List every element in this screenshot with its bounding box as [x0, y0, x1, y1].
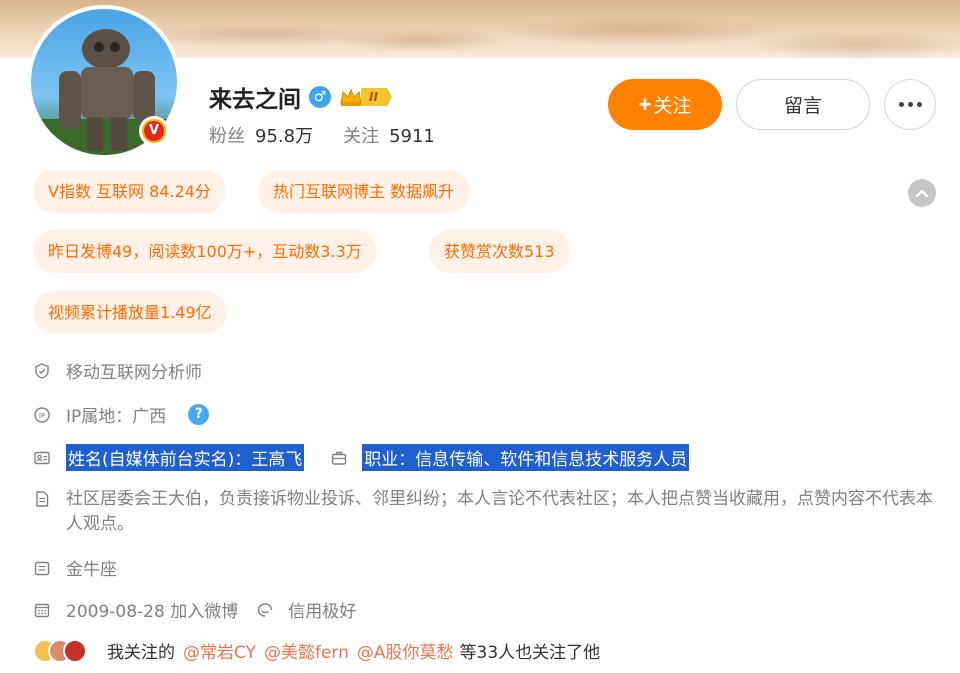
- dot-icon: [907, 102, 913, 107]
- mutual-tail-text[interactable]: 等33人也关注了他: [460, 638, 601, 663]
- followers-count[interactable]: 95.8万: [255, 122, 313, 148]
- calendar-grid-icon: [34, 603, 50, 617]
- svg-text:IP: IP: [39, 412, 45, 420]
- join-credit-row: 2009-08-28 加入微博 信用极好: [33, 597, 356, 622]
- credit-icon: [258, 602, 273, 617]
- document-icon: [36, 491, 49, 507]
- help-icon[interactable]: ?: [188, 404, 210, 425]
- real-name-text: 姓名(自媒体前台实名)：王高飞: [66, 444, 305, 471]
- user-name: 来去之间: [209, 87, 301, 113]
- certification-text: 移动互联网分析师: [66, 363, 202, 383]
- ip-location-row: IP IP属地：广西 ?: [33, 402, 210, 427]
- mutual-user-link[interactable]: @美懿fern: [264, 638, 349, 663]
- calendar-icon: [34, 561, 50, 575]
- v-index-tag[interactable]: V指数 互联网 84.24分: [33, 170, 226, 213]
- shield-icon: [35, 362, 49, 379]
- mutual-user-link[interactable]: @A股你莫愁: [357, 638, 454, 663]
- mutual-follows-row: 我关注的 @常岩CY @美懿fern @A股你莫愁 等33人也关注了他: [33, 638, 600, 663]
- daily-stats-tag[interactable]: 昨日发博49，阅读数100万+，互动数3.3万: [33, 230, 377, 273]
- following-count[interactable]: 5911: [389, 126, 435, 147]
- followers-label[interactable]: 粉丝: [209, 122, 245, 148]
- bio-text: 社区居委会王大伯，负责接诉物业投诉、邻里纠纷；本人言论不代表社区；本人把点赞当收…: [66, 489, 933, 534]
- follow-stats: 粉丝 95.8万 关注 5911: [209, 122, 435, 148]
- more-options-button[interactable]: [884, 79, 936, 130]
- message-button[interactable]: 留言: [736, 79, 870, 130]
- reward-count-tag[interactable]: 获赞赏次数513: [429, 230, 570, 273]
- member-crown-icon[interactable]: [339, 87, 363, 107]
- message-button-label: 留言: [783, 96, 822, 117]
- mutual-user-link[interactable]: @常岩CY: [183, 638, 256, 663]
- ip-location-text: IP属地：广西: [66, 407, 167, 427]
- following-label[interactable]: 关注: [343, 122, 379, 148]
- occupation-text: 职业：信息传输、软件和信息技术服务人员: [362, 444, 690, 471]
- mutual-lead-text: 我关注的: [107, 643, 175, 663]
- dot-icon: [898, 102, 904, 107]
- hot-blogger-tag[interactable]: 热门互联网博主 数据飙升: [258, 170, 470, 213]
- male-gender-icon: ♂: [309, 86, 331, 108]
- briefcase-icon: [332, 451, 347, 465]
- collapse-button[interactable]: [908, 179, 936, 207]
- video-plays-tag[interactable]: 视频累计播放量1.49亿: [33, 291, 227, 334]
- ip-icon: IP: [34, 406, 50, 423]
- name-row: 来去之间 ♂ II: [209, 80, 392, 114]
- verified-badge-icon: V: [139, 116, 169, 146]
- follow-button[interactable]: + 关注: [608, 79, 722, 130]
- chevron-up-icon: [915, 189, 929, 198]
- constellation-row: 金牛座: [33, 555, 117, 580]
- dot-icon: [916, 102, 922, 107]
- plus-icon: +: [638, 91, 652, 117]
- follow-button-label: 关注: [653, 96, 692, 117]
- identity-row: 姓名(自媒体前台实名)：王高飞 职业：信息传输、软件和信息技术服务人员: [33, 444, 690, 471]
- constellation-text: 金牛座: [66, 560, 117, 580]
- mutual-avatar[interactable]: [63, 638, 87, 663]
- credit-text[interactable]: 信用极好: [288, 597, 356, 622]
- id-card-icon: [34, 451, 50, 464]
- bio-row: 社区居委会王大伯，负责接诉物业投诉、邻里纠纷；本人言论不代表社区；本人把点赞当收…: [33, 487, 933, 537]
- join-date-text: 2009-08-28 加入微博: [66, 602, 239, 622]
- certification-row: 移动互联网分析师: [33, 358, 202, 383]
- member-level-badge: II: [361, 88, 392, 106]
